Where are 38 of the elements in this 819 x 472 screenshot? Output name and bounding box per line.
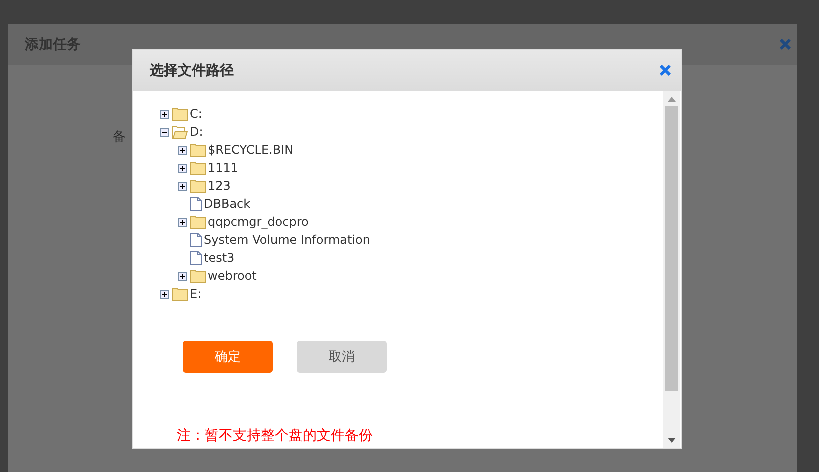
expand-icon[interactable] <box>178 272 187 280</box>
file-icon <box>190 251 202 265</box>
expand-icon[interactable] <box>160 290 169 298</box>
expand-icon[interactable] <box>178 182 187 190</box>
tree-item[interactable]: 1111 <box>208 161 239 175</box>
expand-icon[interactable] <box>178 164 187 172</box>
file-icon <box>190 197 202 211</box>
folder-icon <box>172 288 188 300</box>
tree-item[interactable]: D: <box>190 125 204 139</box>
folder-icon <box>190 180 206 192</box>
open-folder-icon <box>172 126 188 138</box>
file-icon <box>190 233 202 247</box>
tree-item[interactable]: 123 <box>208 179 231 193</box>
folder-icon <box>190 270 206 282</box>
tree-item[interactable]: System Volume Information <box>204 233 370 247</box>
scroll-thumb[interactable] <box>665 106 678 391</box>
tree-item[interactable]: $RECYCLE.BIN <box>208 143 294 157</box>
cancel-button[interactable]: 取消 <box>297 341 387 373</box>
folder-icon <box>190 216 206 228</box>
tree-item[interactable]: E: <box>190 287 202 301</box>
expand-icon[interactable] <box>178 218 187 226</box>
form-label: 备 <box>113 129 126 146</box>
tree-item[interactable]: test3 <box>204 251 235 265</box>
dialog-title: 选择文件路径 <box>150 62 234 80</box>
folder-icon <box>190 144 206 156</box>
tree-item[interactable]: DBBack <box>204 197 251 211</box>
scrollbar[interactable] <box>663 91 680 448</box>
folder-icon <box>190 162 206 174</box>
folder-icon <box>172 108 188 120</box>
note-text: 注：暂不支持整个盘的文件备份 <box>177 427 374 445</box>
collapse-icon[interactable] <box>160 128 169 136</box>
expand-icon[interactable] <box>160 110 169 118</box>
tree-item[interactable]: qqpcmgr_docpro <box>208 215 309 229</box>
tree-item[interactable]: C: <box>190 107 202 121</box>
scroll-down-icon[interactable] <box>668 438 676 443</box>
close-icon[interactable] <box>660 65 671 76</box>
tree-item[interactable]: webroot <box>208 269 257 283</box>
expand-icon[interactable] <box>178 146 187 154</box>
